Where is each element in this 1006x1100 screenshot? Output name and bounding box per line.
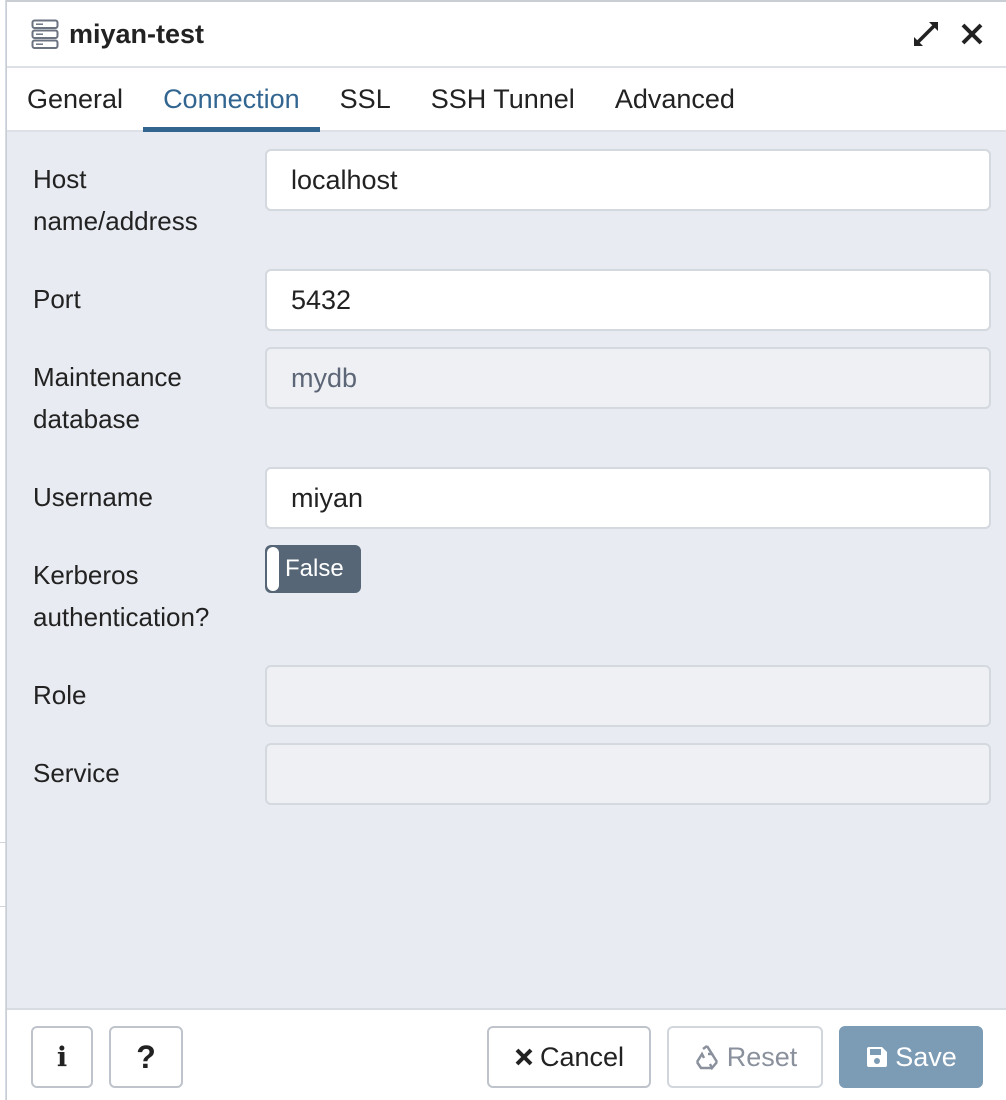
maintenance-db-label-line1: Maintenance	[33, 362, 182, 392]
help-icon: ?	[136, 1038, 156, 1075]
kerberos-label-line1: Kerberos	[33, 560, 139, 590]
host-label-line2: name/address	[33, 206, 198, 236]
maintenance-db-input: mydb	[265, 347, 991, 409]
server-icon	[31, 18, 61, 50]
info-button[interactable]: i	[31, 1026, 93, 1088]
dialog-titlebar[interactable]: miyan-test	[7, 2, 1006, 68]
connection-form: Host name/address localhost Port 5432 Ma…	[7, 132, 1006, 1010]
port-value: 5432	[291, 284, 352, 315]
tab-ssh-tunnel[interactable]: SSH Tunnel	[411, 68, 595, 130]
role-input[interactable]	[265, 665, 991, 727]
kerberos-toggle[interactable]: False	[265, 545, 361, 593]
kerberos-label-line2: authentication?	[33, 602, 210, 632]
toggle-knob	[267, 547, 279, 591]
close-icon[interactable]	[952, 14, 992, 54]
kerberos-toggle-label: False	[285, 555, 344, 582]
service-label: Service	[33, 758, 120, 788]
host-label: Host name/address	[33, 158, 258, 242]
info-icon: i	[56, 1041, 68, 1073]
reset-button[interactable]: Reset	[667, 1026, 823, 1088]
server-properties-dialog: miyan-test General Connection SSL SSH Tu…	[6, 2, 1006, 1100]
service-input[interactable]	[265, 743, 991, 805]
tab-connection[interactable]: Connection	[143, 68, 320, 132]
save-button[interactable]: Save	[839, 1026, 983, 1088]
x-icon	[514, 1047, 534, 1067]
username-label: Username	[33, 482, 153, 512]
help-button[interactable]: ?	[109, 1026, 183, 1088]
reset-label: Reset	[726, 1041, 798, 1072]
cancel-button[interactable]: Cancel	[487, 1026, 651, 1088]
recycle-icon	[693, 1043, 721, 1071]
tab-general[interactable]: General	[7, 68, 143, 130]
dialog-title: miyan-test	[69, 18, 205, 49]
maintenance-db-value: mydb	[291, 362, 358, 393]
save-label: Save	[895, 1041, 957, 1072]
tab-advanced[interactable]: Advanced	[595, 68, 755, 130]
username-input[interactable]: miyan	[265, 467, 991, 529]
tab-bar: General Connection SSL SSH Tunnel Advanc…	[7, 68, 1006, 132]
floppy-disk-icon	[865, 1045, 889, 1069]
tab-ssl[interactable]: SSL	[320, 68, 411, 130]
port-label: Port	[33, 284, 81, 314]
username-value: miyan	[291, 482, 364, 513]
kerberos-label: Kerberos authentication?	[33, 554, 258, 638]
maintenance-db-label: Maintenance database	[33, 356, 258, 440]
expand-icon[interactable]	[906, 14, 946, 54]
host-value: localhost	[291, 164, 398, 195]
cancel-label: Cancel	[539, 1041, 625, 1072]
host-label-line1: Host	[33, 164, 87, 194]
role-label: Role	[33, 680, 87, 710]
port-input[interactable]: 5432	[265, 269, 991, 331]
host-input[interactable]: localhost	[265, 149, 991, 211]
maintenance-db-label-line2: database	[33, 404, 140, 434]
dialog-footer: i ? Cancel Reset Save	[7, 1010, 1006, 1100]
